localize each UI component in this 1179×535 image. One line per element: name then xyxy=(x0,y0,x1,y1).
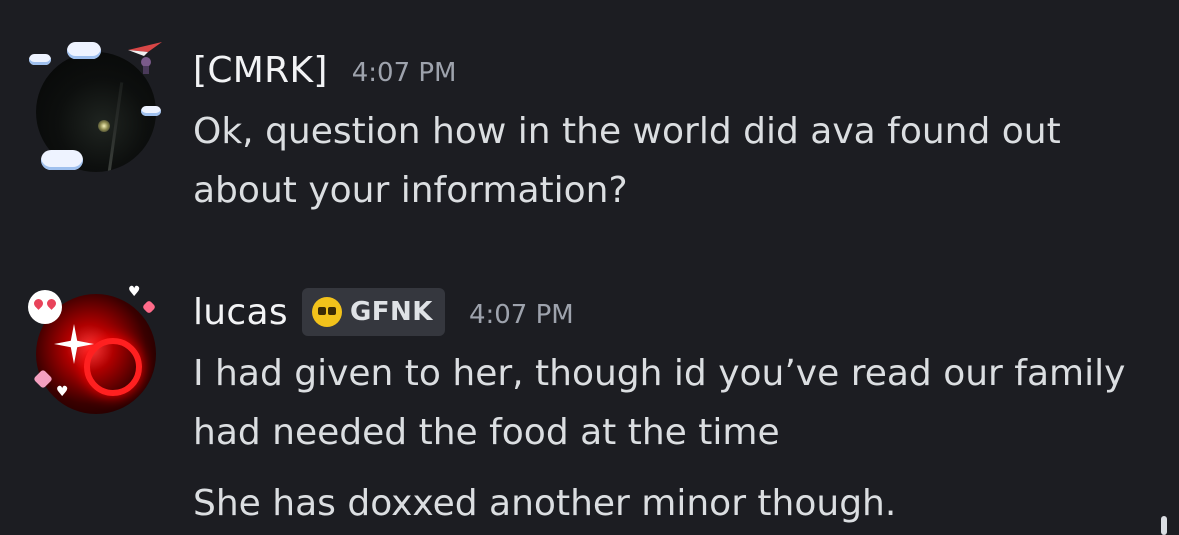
skull-icon xyxy=(311,297,342,327)
scrollbar[interactable] xyxy=(1161,516,1167,535)
guild-tag[interactable]: GFNK xyxy=(301,288,445,336)
timestamp: 4:07 PM xyxy=(351,58,457,88)
message-text: Ok, question how in the world did ava fo… xyxy=(193,111,1061,211)
heart-outline-icon: ♥ xyxy=(56,384,69,400)
avatar-decoration-hearts[interactable]: ♥ ♥ xyxy=(26,280,166,420)
message-content: lucas GFNK 4:07 PM I had given to her, t… xyxy=(193,280,1163,533)
message-content: [CMRK] 4:07 PM Ok, question how in the w… xyxy=(193,38,1163,220)
cloud-icon xyxy=(141,106,161,116)
hang-glider-icon xyxy=(128,42,162,74)
username[interactable]: lucas xyxy=(193,292,288,333)
guild-tag-label: GFNK xyxy=(349,297,433,327)
chat-view: [CMRK] 4:07 PM Ok, question how in the w… xyxy=(0,0,1179,535)
heart-outline-icon: ♥ xyxy=(128,284,141,300)
username[interactable]: [CMRK] xyxy=(193,50,328,91)
cloud-icon xyxy=(29,54,51,65)
message-text: I had given to her, though id you’ve rea… xyxy=(193,353,1126,453)
avatar-light xyxy=(98,120,110,132)
cloud-icon xyxy=(67,42,101,59)
avatar-decoration-clouds[interactable] xyxy=(26,38,166,178)
heart-eyes-emoji-icon xyxy=(28,290,62,324)
heart-icon xyxy=(141,299,157,315)
message-text: She has doxxed another minor though. xyxy=(193,483,897,524)
timestamp: 4:07 PM xyxy=(468,300,574,330)
message-header: lucas GFNK 4:07 PM xyxy=(193,280,1163,344)
cloud-icon xyxy=(41,150,83,170)
message-header: [CMRK] 4:07 PM xyxy=(193,38,1163,102)
avatar-streak xyxy=(107,82,124,172)
avatar-ring xyxy=(84,338,142,396)
